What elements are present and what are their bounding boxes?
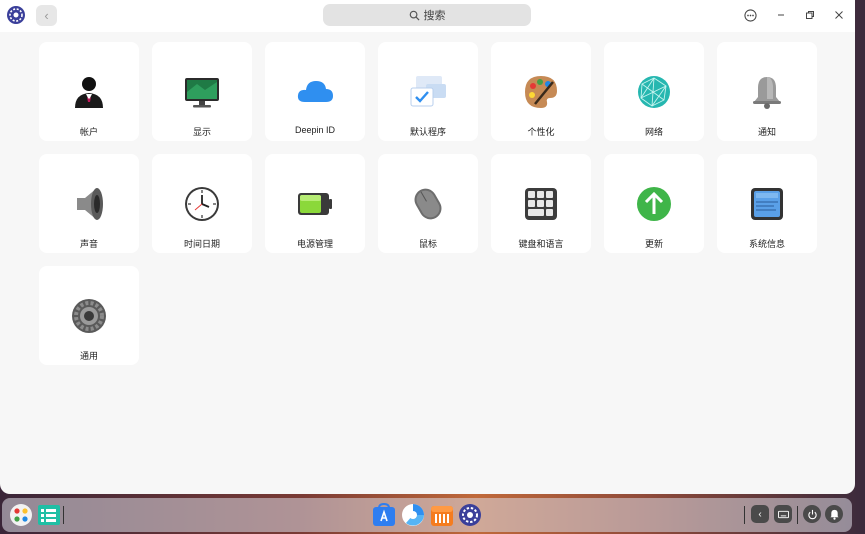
module-card-account[interactable]: 帐户 xyxy=(39,42,139,141)
default-apps-icon xyxy=(410,76,446,107)
music-icon[interactable] xyxy=(430,503,454,527)
keyboard-tray-button[interactable] xyxy=(774,505,792,523)
module-label: 更新 xyxy=(644,239,663,249)
update-icon xyxy=(637,187,671,221)
notification-button[interactable] xyxy=(825,505,843,523)
keyboard-tray-icon xyxy=(777,510,789,518)
module-label: 系统信息 xyxy=(748,239,785,249)
more-options-button[interactable] xyxy=(741,6,759,24)
module-label: 显示 xyxy=(192,127,211,137)
more-options-icon xyxy=(743,8,757,22)
restore-icon xyxy=(806,11,814,19)
search-input[interactable]: 搜索 xyxy=(323,4,531,26)
collapse-tray-icon: ‹ xyxy=(758,508,762,520)
minimize-icon xyxy=(778,14,784,16)
module-label: 鼠标 xyxy=(418,239,437,249)
titlebar: ‹ 搜索 xyxy=(0,0,855,32)
dock-separator xyxy=(63,506,64,524)
module-card-notification[interactable]: 通知 xyxy=(717,42,817,141)
control-center-window: ‹ 搜索 帐户 显示 Deepin ID 默认程序 个性化 网络 通知 声音 时… xyxy=(0,0,855,494)
module-card-system-info[interactable]: 系统信息 xyxy=(717,154,817,253)
module-card-update[interactable]: 更新 xyxy=(604,154,704,253)
collapse-tray-button[interactable]: ‹ xyxy=(751,505,769,523)
account-icon xyxy=(75,77,103,108)
module-card-keyboard-language[interactable]: 键盘和语言 xyxy=(491,154,591,253)
module-card-deepin-id[interactable]: Deepin ID xyxy=(265,42,365,141)
control-center-logo-icon xyxy=(6,5,26,25)
module-label: 通用 xyxy=(79,351,98,361)
browser-icon[interactable] xyxy=(401,503,425,527)
module-card-display[interactable]: 显示 xyxy=(152,42,252,141)
system-info-icon xyxy=(751,188,783,220)
module-label: 时间日期 xyxy=(183,239,220,249)
module-card-power[interactable]: 电源管理 xyxy=(265,154,365,253)
power-button[interactable] xyxy=(803,505,821,523)
module-card-network[interactable]: 网络 xyxy=(604,42,704,141)
bell-icon xyxy=(753,77,781,109)
module-card-personalization[interactable]: 个性化 xyxy=(491,42,591,141)
module-label: 网络 xyxy=(644,127,663,137)
display-icon xyxy=(185,78,219,108)
module-card-mouse[interactable]: 鼠标 xyxy=(378,154,478,253)
search-placeholder: 搜索 xyxy=(423,10,446,22)
dock-separator xyxy=(744,506,745,524)
module-label: 键盘和语言 xyxy=(518,239,564,249)
cloud-icon xyxy=(297,81,333,102)
network-icon xyxy=(638,76,670,108)
speaker-icon xyxy=(77,188,103,220)
mouse-icon xyxy=(414,188,442,220)
gear-icon xyxy=(72,299,106,333)
restore-button[interactable] xyxy=(801,6,819,24)
keyboard-icon xyxy=(525,188,557,220)
module-label: 个性化 xyxy=(527,127,555,137)
module-label: Deepin ID xyxy=(294,125,336,135)
module-label: 默认程序 xyxy=(409,127,446,137)
control-center-icon[interactable] xyxy=(458,503,482,527)
dock-separator xyxy=(797,506,798,524)
module-card-general[interactable]: 通用 xyxy=(39,266,139,365)
module-card-time-date[interactable]: 时间日期 xyxy=(152,154,252,253)
power-icon xyxy=(807,509,817,519)
settings-module-grid: 帐户 显示 Deepin ID 默认程序 个性化 网络 通知 声音 时间日期 电… xyxy=(39,42,817,365)
file-manager-icon[interactable] xyxy=(37,503,61,527)
module-label: 声音 xyxy=(79,239,98,249)
notification-icon xyxy=(829,509,839,520)
launcher-icon[interactable] xyxy=(9,503,33,527)
chevron-left-icon: ‹ xyxy=(44,8,49,23)
module-label: 通知 xyxy=(757,127,776,137)
app-store-icon[interactable] xyxy=(372,503,396,527)
close-button[interactable] xyxy=(830,6,848,24)
module-label: 电源管理 xyxy=(296,239,333,249)
clock-icon xyxy=(185,187,219,221)
module-label: 帐户 xyxy=(79,127,98,137)
personalization-icon xyxy=(525,76,557,108)
back-button[interactable]: ‹ xyxy=(36,5,57,26)
module-card-default-apps[interactable]: 默认程序 xyxy=(378,42,478,141)
battery-icon xyxy=(298,193,332,215)
taskbar-dock: ‹ xyxy=(2,498,852,532)
minimize-button[interactable] xyxy=(772,6,790,24)
module-card-sound[interactable]: 声音 xyxy=(39,154,139,253)
close-icon xyxy=(835,11,843,19)
search-icon xyxy=(409,10,420,21)
